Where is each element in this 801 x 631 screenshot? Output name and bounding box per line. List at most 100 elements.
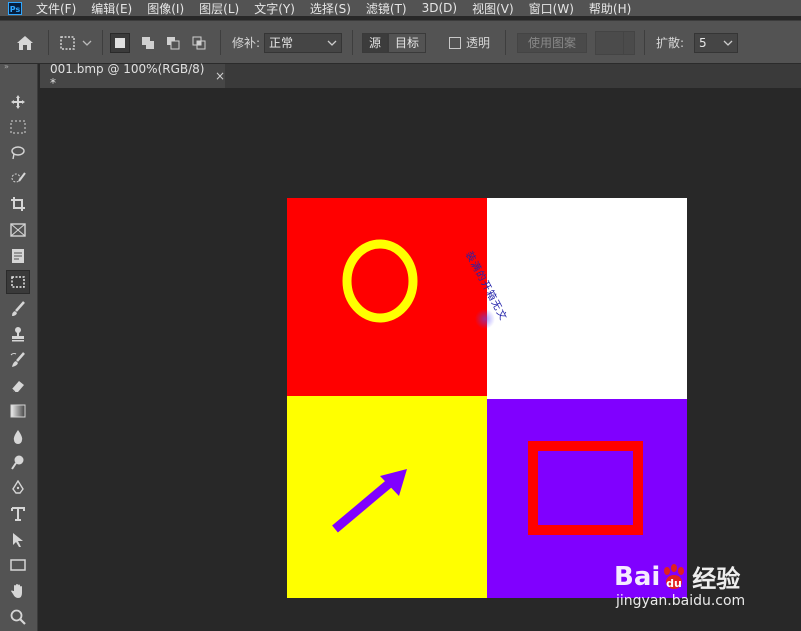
home-button[interactable] — [16, 21, 34, 64]
menu-view[interactable]: 视图(V) — [472, 0, 514, 17]
svg-text:du: du — [666, 577, 682, 590]
rectangle-tool[interactable] — [8, 555, 28, 575]
patch-icon — [11, 276, 25, 288]
transparent-checkbox-group[interactable]: 透明 — [449, 21, 490, 64]
brush-tool[interactable] — [8, 299, 28, 319]
menu-file[interactable]: 文件(F) — [36, 0, 76, 17]
intersect-selection-button[interactable] — [189, 33, 209, 53]
menu-bar: Ps 文件(F) 编辑(E) 图像(I) 图层(L) 文字(Y) 选择(S) 滤… — [0, 0, 801, 16]
marquee-tool[interactable] — [8, 117, 28, 137]
separator — [505, 30, 506, 55]
patch-mode-select[interactable]: 正常 — [264, 32, 342, 53]
subtract-from-selection-button[interactable] — [163, 33, 183, 53]
menu-help[interactable]: 帮助(H) — [589, 0, 631, 17]
source-toggle[interactable]: 源 — [362, 32, 389, 53]
dodge-icon — [11, 455, 24, 470]
new-selection-icon — [115, 37, 125, 48]
tools-panel: » — [0, 62, 38, 631]
path-selection-tool[interactable] — [8, 530, 28, 550]
add-selection-icon — [142, 36, 154, 49]
chevron-down-icon — [723, 40, 733, 46]
baidu-paw-icon: du — [664, 563, 685, 590]
zoom-tool[interactable] — [8, 607, 28, 627]
stamp-icon — [12, 327, 24, 342]
patch-tool[interactable] — [6, 270, 30, 294]
document-tab-title: 001.bmp @ 100%(RGB/8) * — [50, 62, 205, 90]
eyedropper-tool[interactable] — [8, 246, 28, 266]
document-tab-bar: 001.bmp @ 100%(RGB/8) * × — [40, 62, 801, 90]
rect-marquee-icon — [10, 120, 26, 134]
canvas-artwork — [287, 198, 687, 598]
brush-icon — [12, 301, 25, 316]
home-icon — [17, 35, 33, 50]
history-brush-icon — [10, 352, 25, 367]
lasso-icon — [11, 146, 25, 160]
patch-tool-icon — [60, 35, 75, 50]
dodge-tool[interactable] — [8, 452, 28, 472]
menu-window[interactable]: 窗口(W) — [529, 0, 574, 17]
move-tool[interactable] — [8, 92, 28, 112]
separator — [220, 30, 221, 55]
menu-select[interactable]: 选择(S) — [310, 0, 351, 17]
watermark-url: jingyan.baidu.com — [616, 593, 746, 609]
use-pattern-label: 使用图案 — [528, 36, 577, 50]
diffusion-select[interactable]: 5 — [694, 32, 738, 53]
history-brush-tool[interactable] — [8, 350, 28, 370]
hand-icon — [11, 584, 22, 598]
menu-image[interactable]: 图像(I) — [147, 0, 184, 17]
separator — [102, 30, 103, 55]
separator — [644, 30, 645, 55]
separator — [352, 30, 353, 55]
menu-layer[interactable]: 图层(L) — [199, 0, 239, 17]
document-tab[interactable]: 001.bmp @ 100%(RGB/8) * × — [40, 62, 225, 90]
quick-selection-icon — [11, 172, 26, 183]
blur-tool[interactable] — [8, 427, 28, 447]
chevron-down-icon — [82, 40, 92, 46]
eraser-icon — [11, 381, 24, 393]
patch-label: 修补: — [232, 36, 261, 50]
tool-preset-picker[interactable] — [58, 21, 92, 64]
close-tab-icon[interactable]: × — [215, 69, 225, 83]
patch-mode-value: 正常 — [269, 36, 294, 50]
add-to-selection-button[interactable] — [138, 33, 158, 53]
hand-tool[interactable] — [8, 581, 28, 601]
document-canvas[interactable]: 装满的开箱无文 — [287, 198, 687, 598]
zoom-icon — [10, 609, 26, 625]
rectangle-icon — [10, 559, 26, 571]
gradient-icon — [10, 404, 26, 418]
type-icon — [11, 507, 25, 521]
diffusion-value: 5 — [699, 35, 707, 50]
eraser-tool[interactable] — [8, 376, 28, 396]
crop-tool[interactable] — [8, 194, 28, 214]
move-icon — [11, 95, 25, 109]
clone-stamp-tool[interactable] — [8, 324, 28, 344]
subtract-selection-icon — [167, 36, 180, 49]
use-pattern-button[interactable]: 使用图案 — [517, 32, 588, 53]
transparent-checkbox[interactable] — [449, 36, 461, 49]
transparent-label: 透明 — [466, 36, 491, 50]
brand-chinese: 经验 — [692, 565, 741, 593]
path-selection-icon — [13, 533, 23, 547]
separator — [48, 30, 49, 55]
menu-3d[interactable]: 3D(D) — [422, 1, 457, 15]
menu-filter[interactable]: 滤镜(T) — [366, 0, 407, 17]
patch-artifact — [475, 309, 495, 329]
lasso-tool[interactable] — [8, 143, 28, 163]
panel-collapse-icon[interactable]: » — [4, 62, 9, 71]
menu-edit[interactable]: 编辑(E) — [91, 0, 132, 17]
chevron-down-icon — [327, 40, 337, 46]
pen-tool[interactable] — [8, 478, 28, 498]
quick-selection-tool[interactable] — [8, 169, 28, 189]
target-toggle[interactable]: 目标 — [388, 32, 427, 53]
menu-type[interactable]: 文字(Y) — [254, 0, 295, 17]
new-selection-button[interactable] — [110, 32, 130, 53]
gradient-tool[interactable] — [8, 401, 28, 421]
options-bar: 修补: 正常 源 目标 透明 使用图案 扩散: 5 — [0, 20, 801, 64]
type-tool[interactable] — [8, 504, 28, 524]
target-label: 目标 — [395, 36, 420, 50]
pattern-picker[interactable] — [595, 30, 635, 55]
frame-tool[interactable] — [8, 220, 28, 240]
white-quadrant — [487, 198, 687, 398]
red-quadrant — [287, 198, 487, 396]
source-label: 源 — [369, 36, 382, 50]
